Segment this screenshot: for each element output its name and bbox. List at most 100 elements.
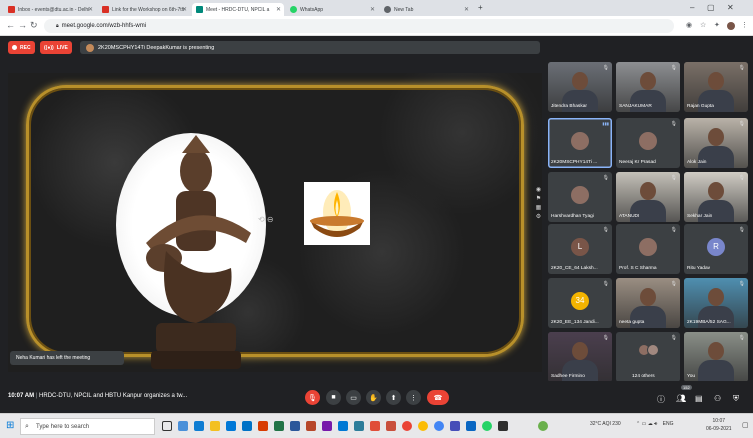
participant-tile[interactable]: 🎙︎ Neeraj Kr Prasad xyxy=(616,118,680,168)
meet-top-bar: REC ((●)) LIVE 2K20MSCPHY14Ti DeepakKumar… xyxy=(0,37,753,59)
grid-tool-icon[interactable]: ▦ xyxy=(534,204,543,211)
close-tab-icon[interactable]: ✕ xyxy=(370,6,375,13)
activities-icon[interactable]: ⚇ xyxy=(714,394,721,403)
forward-arrow-icon[interactable]: → xyxy=(18,20,27,30)
participant-tile[interactable]: R 🎙︎ Ritu Yadav xyxy=(684,224,748,274)
edge-icon[interactable] xyxy=(194,421,204,431)
office-icon[interactable] xyxy=(258,421,268,431)
camera-icon[interactable]: ◉ xyxy=(686,21,692,29)
close-tab-icon[interactable]: ✕ xyxy=(182,6,187,13)
participant-tile[interactable]: 🎙︎ Jitendra Bhaskar xyxy=(548,62,612,112)
outlook-icon[interactable] xyxy=(338,421,348,431)
participant-name: ATANUDI xyxy=(619,214,640,219)
word-icon[interactable] xyxy=(290,421,300,431)
participant-tile[interactable]: 34 🎙︎ 2K20_EE_134 Jandi... xyxy=(548,278,612,328)
whatsapp-icon[interactable] xyxy=(482,421,492,431)
app-icon[interactable] xyxy=(498,421,508,431)
app-icon[interactable] xyxy=(354,421,364,431)
participant-tile[interactable]: 🎙︎ ATANUDI xyxy=(616,172,680,222)
file-explorer-icon[interactable] xyxy=(210,421,220,431)
participant-tile[interactable]: 🎙︎ Prof. S C Sharma xyxy=(616,224,680,274)
tab-whatsapp[interactable]: WhatsApp ✕ xyxy=(286,3,378,16)
close-tab-icon[interactable]: ✕ xyxy=(88,6,93,13)
participant-tile[interactable]: 🎙︎ Sekhar Jain xyxy=(684,172,748,222)
new-tab-button[interactable]: + xyxy=(478,3,483,12)
participant-tile[interactable]: ▮▮▮ 2K20MSCPHY14Ti ... xyxy=(548,118,612,168)
language-indicator[interactable]: ENG xyxy=(663,421,674,427)
pin-tool-icon[interactable]: ⚑ xyxy=(534,195,543,202)
aqi: AQI 230 xyxy=(602,421,621,427)
participant-name: 124 others xyxy=(632,374,655,379)
extensions-icon[interactable]: ✦ xyxy=(714,21,720,29)
participant-tile[interactable]: 🎙︎ neeta gupta xyxy=(616,278,680,328)
info-icon[interactable]: ⓘ xyxy=(657,394,665,405)
clock-time: 10:07 AM xyxy=(8,393,35,399)
close-window-button[interactable]: ✕ xyxy=(727,3,734,12)
excel-icon[interactable] xyxy=(274,421,284,431)
participant-avatar: L xyxy=(571,237,589,256)
tab-inbox[interactable]: Inbox - events@dtu.ac.in - Delhi ✕ xyxy=(4,3,96,16)
participant-tile[interactable]: 🎙︎ Sadhee Firmino xyxy=(548,332,612,382)
settings-tool-icon[interactable]: ⚙ xyxy=(534,213,543,220)
camera-tool-icon[interactable]: ◉ xyxy=(534,186,543,193)
participant-tile[interactable]: 🎙︎ 2K19MBA/52 SAG... xyxy=(684,278,748,328)
participant-tile[interactable]: 🎙︎ Harshvardhan Tyagi xyxy=(548,172,612,222)
close-tab-icon[interactable]: ✕ xyxy=(276,6,281,13)
tab-meet[interactable]: Meet - HRDC-DTU, NPCIL a ✕ xyxy=(192,3,284,16)
participant-tile[interactable]: 🎙︎ Alok Jain xyxy=(684,118,748,168)
url-field[interactable]: 🔒︎ meet.google.com/wzb-hhfs-wmi xyxy=(44,19,674,33)
meet-control-bar: 10:07 AM | HRDC-DTU, NPCIL and HBTU Kanp… xyxy=(0,381,753,413)
raise-hand-button[interactable]: ✋ xyxy=(366,390,381,405)
onenote-icon[interactable] xyxy=(322,421,332,431)
taskbar-clock[interactable]: 10:07 06-09-2021 xyxy=(706,417,732,433)
mic-off-button[interactable]: 🎙︎ xyxy=(305,390,320,405)
pdf-icon[interactable] xyxy=(386,421,396,431)
lock-icon: 🔒︎ xyxy=(56,23,59,29)
chrome-icon[interactable] xyxy=(434,421,444,431)
tray-icons[interactable]: ⌃ ▭ ☁ 🔊︎ xyxy=(636,421,657,427)
notification-icon[interactable]: ▢ xyxy=(742,421,749,429)
back-arrow-icon[interactable]: ← xyxy=(6,20,15,30)
participant-name: Rajan Gupta xyxy=(687,104,714,109)
reload-icon[interactable]: ↻ xyxy=(30,20,38,31)
record-icon xyxy=(12,45,17,50)
close-tab-icon[interactable]: ✕ xyxy=(464,6,469,13)
app-icon[interactable] xyxy=(370,421,380,431)
tab-new-tab[interactable]: New Tab ✕ xyxy=(380,3,472,16)
star-icon[interactable]: ☆ xyxy=(700,21,706,29)
profile-avatar[interactable] xyxy=(727,22,735,30)
participant-tile[interactable]: 🎙︎ Rajan Gupta xyxy=(684,62,748,112)
opera-icon[interactable] xyxy=(402,421,412,431)
host-controls-icon[interactable]: ⛨ xyxy=(733,394,739,404)
windows-start-icon[interactable]: ⊞ xyxy=(6,420,14,431)
taskbar-search[interactable]: ⌕ Type here to search xyxy=(20,418,155,435)
app-icon[interactable] xyxy=(466,421,476,431)
mic-muted-icon: 🎙︎ xyxy=(738,335,745,341)
mail-icon[interactable] xyxy=(242,421,252,431)
minimize-button[interactable]: – xyxy=(690,3,694,12)
app-icon[interactable] xyxy=(178,421,188,431)
participant-tile[interactable]: 🎙︎ 124 others xyxy=(616,332,680,382)
tab-workshop-link[interactable]: Link for the Workshop on 6th-7th ✕ xyxy=(98,3,190,16)
participant-tile[interactable]: 🎙︎ SANJAKUMAR xyxy=(616,62,680,112)
gmail-icon xyxy=(102,6,109,13)
camera-button[interactable]: ■ xyxy=(326,390,341,405)
store-icon[interactable] xyxy=(226,421,236,431)
presentation-controls[interactable]: ⟲ ⊖ xyxy=(258,215,274,224)
leave-call-button[interactable]: ☎ xyxy=(427,390,449,405)
maximize-button[interactable]: ▢ xyxy=(707,3,715,12)
present-button[interactable]: ⬆ xyxy=(386,390,401,405)
powerpoint-icon[interactable] xyxy=(306,421,316,431)
participant-tile[interactable]: L 🎙︎ 2K20_CE_64 Laksh... xyxy=(548,224,612,274)
captions-button[interactable]: ▭ xyxy=(346,390,361,405)
people-icon[interactable]: 👥︎ xyxy=(676,394,686,403)
meeting-details[interactable]: 10:07 AM | HRDC-DTU, NPCIL and HBTU Kanp… xyxy=(8,393,187,399)
task-view-icon[interactable] xyxy=(162,421,172,431)
participant-tile[interactable]: 🎙︎ You xyxy=(684,332,748,382)
chat-icon[interactable]: ▤ xyxy=(695,394,703,403)
more-options-button[interactable]: ⋮ xyxy=(406,390,421,405)
chrome-icon[interactable] xyxy=(418,421,428,431)
menu-icon[interactable]: ⋮ xyxy=(741,21,748,29)
chrome-icon xyxy=(384,6,391,13)
teams-icon[interactable] xyxy=(450,421,460,431)
